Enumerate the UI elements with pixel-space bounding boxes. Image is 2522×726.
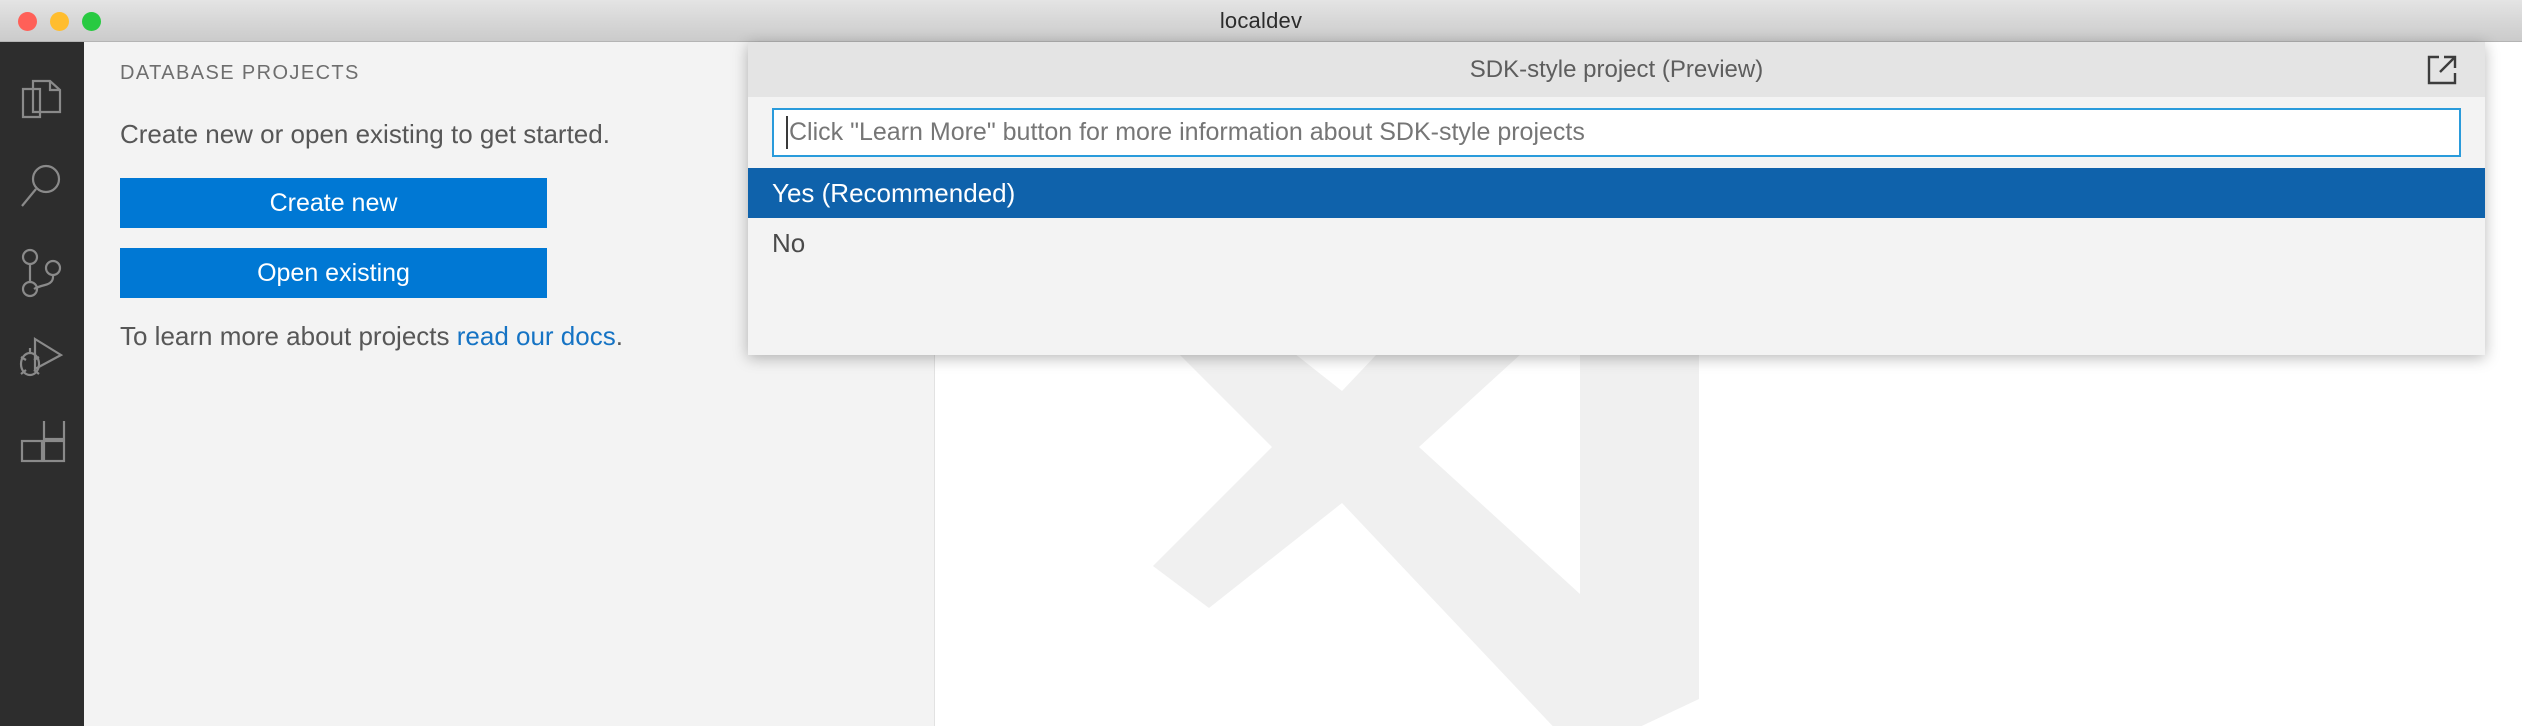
zoom-window-button[interactable] <box>82 12 101 31</box>
activity-bar-item-extensions[interactable] <box>0 404 84 490</box>
sidebar-footer-text: To learn more about projects read our do… <box>120 320 680 354</box>
quickpick-option-label: Yes (Recommended) <box>772 177 1016 208</box>
activity-bar-item-search[interactable] <box>0 146 84 232</box>
quickpick-header: SDK-style project (Preview) <box>748 42 2485 97</box>
window-title-bar: localdev <box>0 0 2522 42</box>
quickpick-input-placeholder: Click "Learn More" button for more infor… <box>789 118 1585 146</box>
close-window-button[interactable] <box>18 12 37 31</box>
extensions-icon <box>18 417 66 474</box>
open-existing-button[interactable]: Open existing <box>120 247 547 298</box>
quickpick-title: SDK-style project (Preview) <box>1469 55 1764 83</box>
sidebar-title: DATABASE PROJECTS <box>120 61 360 84</box>
traffic-light-controls <box>18 12 101 31</box>
search-icon <box>18 162 66 217</box>
create-new-button[interactable]: Create new <box>120 177 547 228</box>
quickpick-option-list: Yes (Recommended) No <box>748 168 2485 268</box>
quickpick-input-wrapper: Click "Learn More" button for more infor… <box>748 97 2485 166</box>
footer-prefix: To learn more about projects <box>120 320 457 351</box>
quickpick-option-no[interactable]: No <box>748 218 2485 268</box>
read-our-docs-link[interactable]: read our docs <box>457 321 616 351</box>
quickpick-input[interactable]: Click "Learn More" button for more infor… <box>772 108 2461 157</box>
footer-suffix: . <box>615 320 623 351</box>
quickpick-option-yes[interactable]: Yes (Recommended) <box>748 168 2485 218</box>
activity-bar <box>0 42 84 726</box>
activity-bar-item-run-and-debug[interactable] <box>0 318 84 404</box>
quickpick-option-label: No <box>772 227 806 258</box>
activity-bar-item-source-control[interactable] <box>0 232 84 318</box>
activity-bar-item-explorer[interactable] <box>0 60 84 146</box>
files-icon <box>19 76 65 131</box>
minimize-window-button[interactable] <box>50 12 69 31</box>
external-link-icon[interactable] <box>2425 53 2459 87</box>
sidebar-intro-text: Create new or open existing to get start… <box>120 119 610 149</box>
source-control-icon <box>19 248 65 303</box>
run-debug-icon <box>17 334 67 389</box>
sdk-style-project-quickpick: SDK-style project (Preview) Click "Learn… <box>748 42 2485 355</box>
text-caret <box>786 116 788 149</box>
window-title: localdev <box>1219 7 1303 33</box>
